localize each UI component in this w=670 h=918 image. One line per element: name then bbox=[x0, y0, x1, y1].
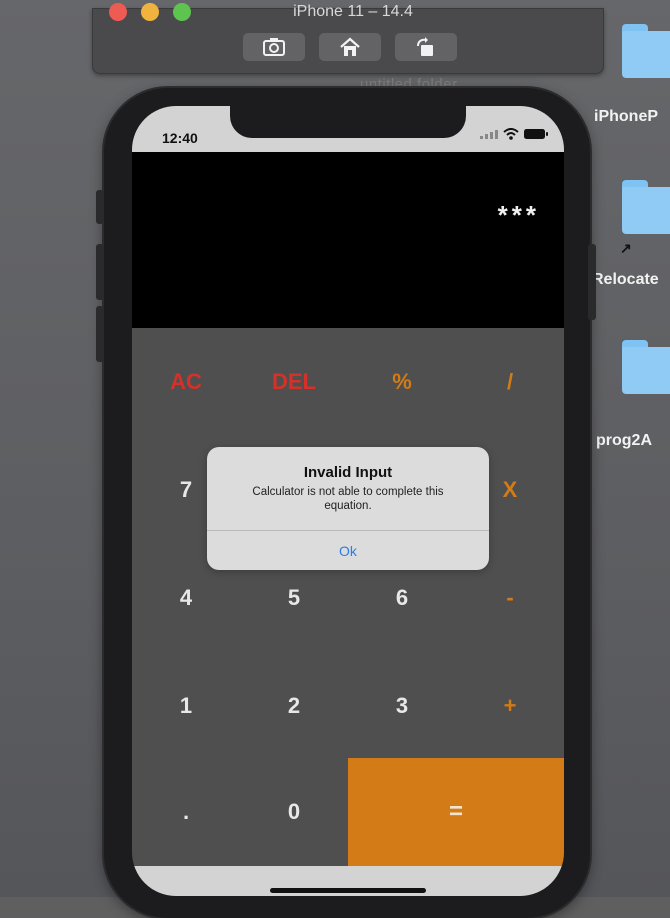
alias-arrow-icon: ↗ bbox=[620, 240, 632, 256]
battery-icon bbox=[524, 129, 548, 139]
status-icons bbox=[480, 128, 548, 140]
desktop-folder-label[interactable]: iPhoneP bbox=[594, 108, 658, 126]
key-3[interactable]: 3 bbox=[348, 652, 456, 760]
desktop-folder-label[interactable]: Relocate bbox=[592, 271, 659, 289]
key-equals[interactable]: = bbox=[348, 758, 564, 866]
home-button[interactable] bbox=[319, 33, 381, 61]
home-icon bbox=[340, 37, 360, 56]
folder-alias-icon[interactable] bbox=[622, 180, 670, 234]
alert-ok-button[interactable]: Ok bbox=[207, 531, 489, 570]
signal-icon bbox=[480, 130, 498, 139]
zoom-window-button[interactable] bbox=[173, 3, 191, 21]
simulator-toolbar: iPhone 11 – 14.4 bbox=[92, 3, 604, 74]
mute-switch bbox=[96, 190, 104, 224]
wifi-icon bbox=[503, 128, 519, 140]
simulator-title: iPhone 11 – 14.4 bbox=[293, 3, 413, 20]
power-button bbox=[588, 244, 596, 320]
volume-up-button bbox=[96, 244, 104, 300]
rotate-icon bbox=[417, 37, 433, 56]
key-percent[interactable]: % bbox=[348, 328, 456, 436]
close-window-button[interactable] bbox=[109, 3, 127, 21]
calculator-display: *** bbox=[132, 152, 564, 328]
key-del[interactable]: DEL bbox=[240, 328, 348, 436]
folder-icon[interactable] bbox=[622, 340, 670, 394]
key-add[interactable]: + bbox=[456, 652, 564, 760]
calculator-keypad: AC DEL % / 7 8 9 X 4 5 6 - 1 2 3 + . 0 = bbox=[132, 328, 564, 888]
minimize-window-button[interactable] bbox=[141, 3, 159, 21]
key-decimal[interactable]: . bbox=[132, 758, 240, 866]
volume-down-button bbox=[96, 306, 104, 362]
folder-icon[interactable] bbox=[622, 24, 670, 78]
key-divide[interactable]: / bbox=[456, 328, 564, 436]
notch bbox=[230, 106, 466, 138]
invalid-input-alert: Invalid Input Calculator is not able to … bbox=[207, 447, 489, 570]
desktop-folder-label[interactable]: prog2A bbox=[596, 432, 652, 450]
status-time: 12:40 bbox=[162, 130, 198, 146]
home-indicator[interactable] bbox=[270, 888, 426, 893]
key-0[interactable]: 0 bbox=[240, 758, 348, 866]
rotate-button[interactable] bbox=[395, 33, 457, 61]
display-value: *** bbox=[497, 200, 540, 230]
screenshot-button[interactable] bbox=[243, 33, 305, 61]
status-bar: 12:40 bbox=[132, 106, 564, 152]
key-1[interactable]: 1 bbox=[132, 652, 240, 760]
key-2[interactable]: 2 bbox=[240, 652, 348, 760]
alert-message: Calculator is not able to complete this … bbox=[252, 486, 444, 512]
alert-title: Invalid Input bbox=[303, 464, 393, 481]
key-ac[interactable]: AC bbox=[132, 328, 240, 436]
camera-icon bbox=[263, 38, 285, 56]
